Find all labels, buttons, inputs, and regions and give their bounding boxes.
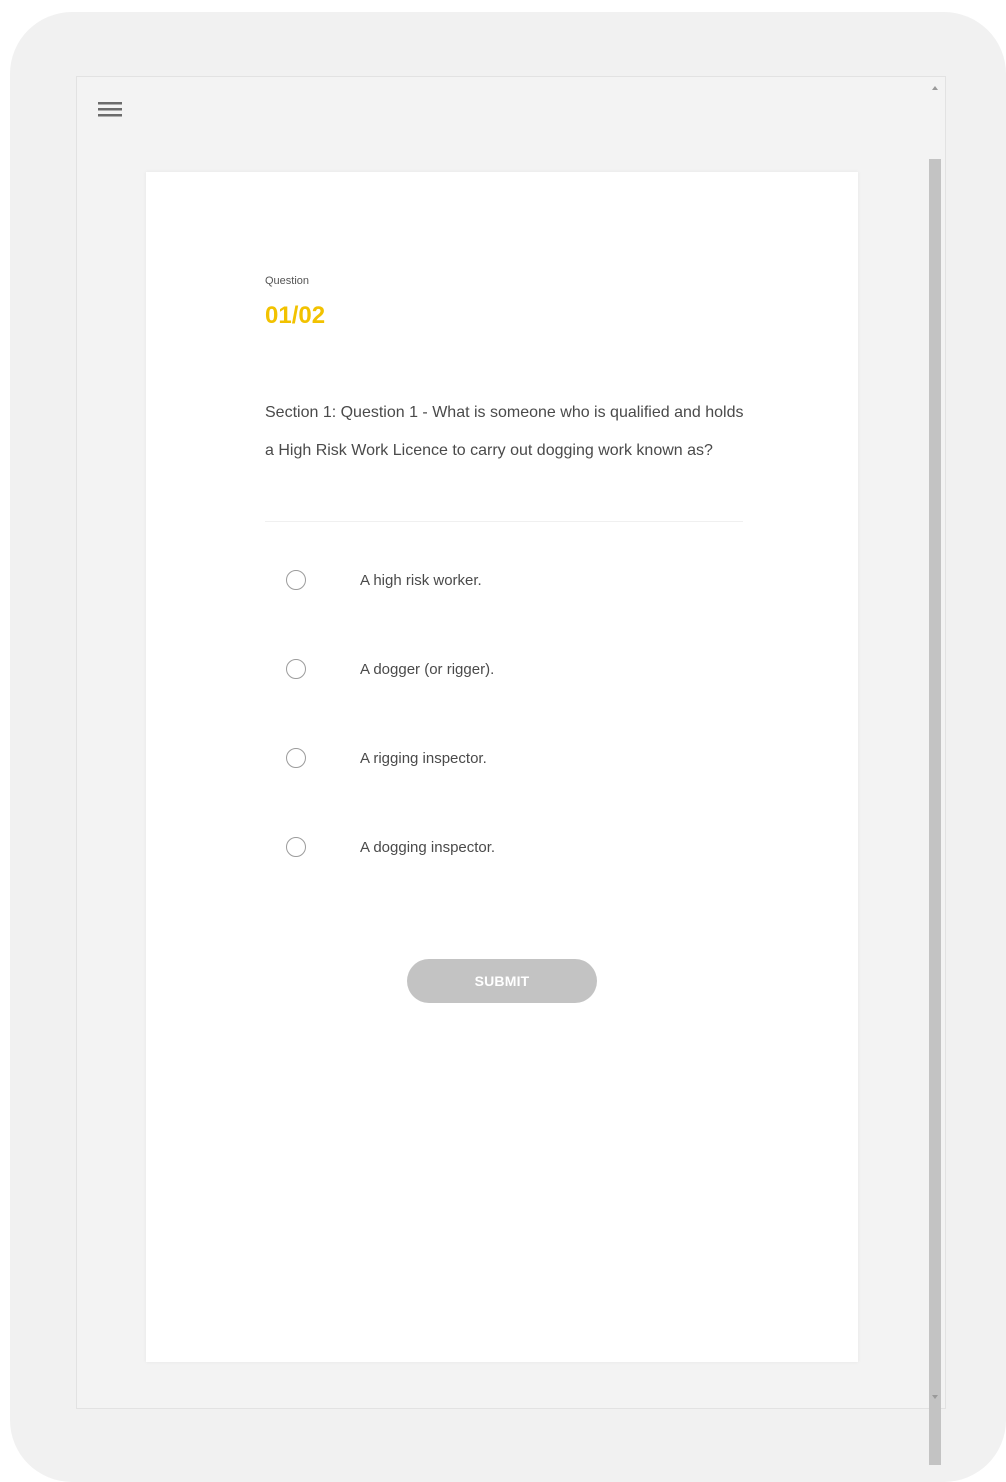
question-text: Section 1: Question 1 - What is someone … <box>265 404 744 459</box>
radio-button[interactable] <box>286 837 306 857</box>
answer-option-label: A dogger (or rigger). <box>360 660 495 678</box>
menu-button[interactable] <box>96 96 126 122</box>
divider <box>265 521 743 522</box>
answer-option-2[interactable]: A dogger (or rigger). <box>286 649 726 689</box>
answer-option-label: A rigging inspector. <box>360 749 487 767</box>
answer-options: A high risk worker. A dogger (or rigger)… <box>286 560 726 916</box>
answer-option-1[interactable]: A high risk worker. <box>286 560 726 600</box>
question-card: Question 01/02 Section 1: Question 1 - W… <box>146 172 858 1362</box>
radio-button[interactable] <box>286 748 306 768</box>
question-counter: 01/02 <box>265 302 326 329</box>
hamburger-menu-icon <box>98 102 122 117</box>
scroll-down-arrow-icon[interactable] <box>932 1395 938 1399</box>
radio-button[interactable] <box>286 659 306 679</box>
scroll-up-arrow-icon[interactable] <box>932 86 938 90</box>
answer-option-label: A high risk worker. <box>360 571 482 589</box>
answer-option-3[interactable]: A rigging inspector. <box>286 738 726 778</box>
question-label: Question <box>265 275 310 287</box>
vertical-scrollbar[interactable] <box>927 77 945 1465</box>
scroll-thumb[interactable] <box>929 159 941 1465</box>
answer-option-label: A dogging inspector. <box>360 838 496 856</box>
radio-button[interactable] <box>286 570 306 590</box>
answer-option-4[interactable]: A dogging inspector. <box>286 827 726 867</box>
submit-button[interactable]: SUBMIT <box>407 959 597 1003</box>
